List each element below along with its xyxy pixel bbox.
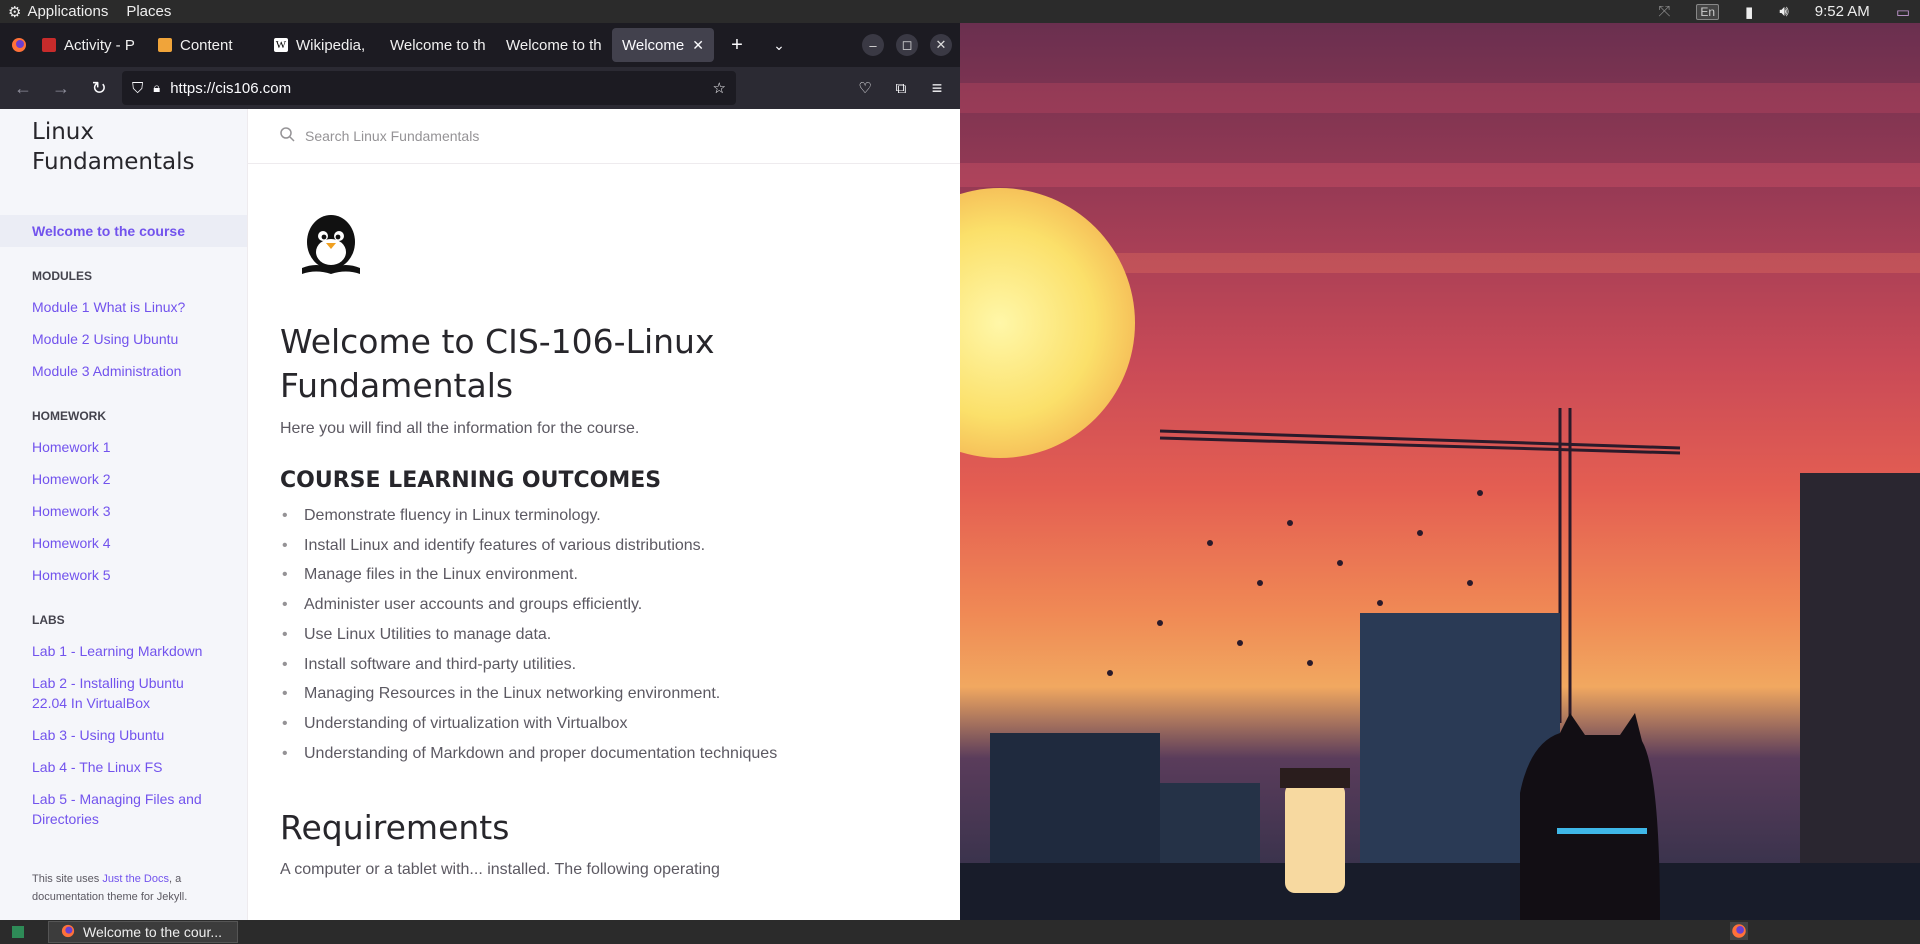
desktop-wallpaper	[960, 23, 1920, 920]
bottom-panel: Welcome to the cour...	[0, 920, 1920, 944]
nav-item-homework-1[interactable]: Homework 1	[0, 431, 247, 463]
just-the-docs-link[interactable]: Just the Docs	[102, 873, 169, 885]
list-item: Understanding of virtualization with Vir…	[280, 709, 928, 739]
url-text[interactable]: https://cis106.com	[170, 80, 702, 97]
list-item: Manage files in the Linux environment.	[280, 560, 928, 590]
applications-menu[interactable]: ⚙ Applications	[8, 3, 108, 21]
footer-prefix: This site uses	[32, 873, 100, 885]
requirements-heading: Requirements	[280, 808, 510, 848]
wikipedia-icon: W	[274, 38, 288, 52]
clipboard-icon[interactable]: ▮	[1745, 3, 1753, 21]
nav-item-module-2[interactable]: Module 2 Using Ubuntu	[0, 323, 247, 355]
nav-item-homework-4[interactable]: Homework 4	[0, 527, 247, 559]
list-item: Install software and third-party utiliti…	[280, 650, 928, 680]
penguin-logo-icon	[296, 212, 366, 282]
show-desktop-icon[interactable]	[12, 926, 24, 938]
modules-heading: MODULES	[32, 269, 92, 283]
shield-icon[interactable]: ⛉	[132, 80, 143, 97]
sidebar-footer: This site uses Just the Docs, a document…	[32, 870, 222, 906]
web-page: Linux Fundamentals Welcome to the course…	[0, 109, 960, 920]
extensions-icon[interactable]: ⧉	[886, 73, 916, 103]
labs-heading: LABS	[32, 613, 65, 627]
close-tab-icon[interactable]: ✕	[692, 37, 704, 54]
tab-bar: Activity - P Content W Wikipedia, Welcom…	[0, 23, 960, 67]
outcomes-heading: COURSE LEARNING OUTCOMES	[280, 468, 662, 493]
page-intro: Here you will find all the information f…	[280, 420, 640, 437]
navigation-toolbar: ← → ↻ ⛉ 🔒︎ https://cis106.com ☆ ♡ ⧉ ≡	[0, 67, 960, 109]
wallpaper-illustration	[960, 83, 1920, 920]
tab-label: Welcome to	[622, 36, 685, 54]
workspace-firefox-icon[interactable]	[1730, 922, 1750, 942]
bookmark-star-icon[interactable]: ☆	[713, 79, 726, 97]
forward-arrow-icon[interactable]: →	[46, 73, 76, 103]
taskbar-window-label: Welcome to the cour...	[83, 924, 223, 940]
url-bar[interactable]: ⛉ 🔒︎ https://cis106.com ☆	[122, 71, 736, 105]
nav-item-module-1[interactable]: Module 1 What is Linux?	[0, 291, 247, 323]
top-panel: ⚙ Applications Places ⤧ En ▮ 🔊︎ 9:52 AM …	[0, 0, 1920, 23]
lock-icon[interactable]: 🔒︎	[153, 80, 160, 96]
list-item: Demonstrate fluency in Linux terminology…	[280, 501, 928, 531]
tab-content[interactable]: Content	[148, 28, 264, 62]
volume-icon[interactable]: 🔊︎	[1779, 3, 1788, 20]
nav-item-welcome[interactable]: Welcome to the course	[0, 215, 247, 247]
ubuntu-icon: ⚙	[8, 3, 22, 21]
search-icon	[280, 127, 295, 145]
main-content: Search Linux Fundamentals Welcome to CIS…	[248, 109, 960, 920]
clock[interactable]: 9:52 AM	[1815, 3, 1870, 20]
nav-item-lab-1[interactable]: Lab 1 - Learning Markdown	[0, 635, 247, 667]
nav-item-lab-4[interactable]: Lab 4 - The Linux FS	[0, 751, 247, 783]
tab-welcome-active[interactable]: Welcome to ✕	[612, 28, 714, 62]
hamburger-menu-icon[interactable]: ≡	[922, 73, 952, 103]
list-all-tabs-chevron-down-icon[interactable]: ⌄	[764, 30, 794, 60]
pocket-icon[interactable]: ♡	[850, 73, 880, 103]
new-tab-button[interactable]: +	[722, 30, 752, 60]
applications-label: Applications	[27, 3, 109, 20]
list-item: Install Linux and identify features of v…	[280, 531, 928, 561]
places-menu[interactable]: Places	[126, 3, 171, 20]
list-item: Administer user accounts and groups effi…	[280, 590, 928, 620]
nav-item-homework-3[interactable]: Homework 3	[0, 495, 247, 527]
search-input[interactable]: Search Linux Fundamentals	[305, 128, 479, 144]
tab-favicon-icon	[42, 38, 56, 52]
back-arrow-icon[interactable]: ←	[8, 73, 38, 103]
tab-label: Welcome to th	[506, 36, 602, 54]
page-title: Welcome to CIS-106-Linux Fundamentals	[280, 322, 715, 405]
nav-item-lab-3[interactable]: Lab 3 - Using Ubuntu	[0, 719, 247, 751]
keyboard-layout-indicator[interactable]: En	[1696, 3, 1720, 20]
nav-item-module-3[interactable]: Module 3 Administration	[0, 355, 247, 387]
close-window-button[interactable]: ✕	[930, 34, 952, 56]
monitor-icon[interactable]: ▭	[1896, 3, 1910, 21]
firefox-icon	[61, 924, 75, 941]
tab-label: Welcome to th	[390, 36, 486, 54]
requirements-text: A computer or a tablet with... installed…	[280, 861, 720, 879]
network-icon[interactable]: ⤧	[1658, 3, 1670, 20]
list-item: Understanding of Markdown and proper doc…	[280, 739, 928, 769]
tab-favicon-icon	[158, 38, 172, 52]
site-search[interactable]: Search Linux Fundamentals	[248, 109, 960, 164]
site-title[interactable]: Linux Fundamentals	[0, 117, 247, 177]
outcomes-list: Demonstrate fluency in Linux terminology…	[280, 501, 928, 768]
firefox-menu-icon[interactable]	[6, 32, 32, 58]
tab-wikipedia[interactable]: W Wikipedia,	[264, 28, 380, 62]
tab-label: Content	[180, 36, 233, 54]
reload-icon[interactable]: ↻	[84, 73, 114, 103]
nav-item-lab-2[interactable]: Lab 2 - Installing Ubuntu 22.04 In Virtu…	[0, 667, 247, 719]
nav-item-homework-5[interactable]: Homework 5	[0, 559, 247, 591]
maximize-button[interactable]: ◻	[896, 34, 918, 56]
tab-label: Wikipedia,	[296, 36, 366, 54]
firefox-window: Activity - P Content W Wikipedia, Welcom…	[0, 23, 960, 920]
nav-item-lab-5[interactable]: Lab 5 - Managing Files and Directories	[0, 783, 247, 835]
list-item: Managing Resources in the Linux networki…	[280, 679, 928, 709]
taskbar-window-button[interactable]: Welcome to the cour...	[48, 921, 238, 943]
tab-welcome-1[interactable]: Welcome to th	[380, 28, 496, 62]
list-item: Use Linux Utilities to manage data.	[280, 620, 928, 650]
tab-activity[interactable]: Activity - P	[32, 28, 148, 62]
nav-item-homework-2[interactable]: Homework 2	[0, 463, 247, 495]
homework-heading: HOMEWORK	[32, 409, 106, 423]
tab-label: Activity - P	[64, 36, 135, 54]
minimize-button[interactable]: –	[862, 34, 884, 56]
sidebar: Linux Fundamentals Welcome to the course…	[0, 109, 248, 920]
tab-welcome-2[interactable]: Welcome to th	[496, 28, 612, 62]
